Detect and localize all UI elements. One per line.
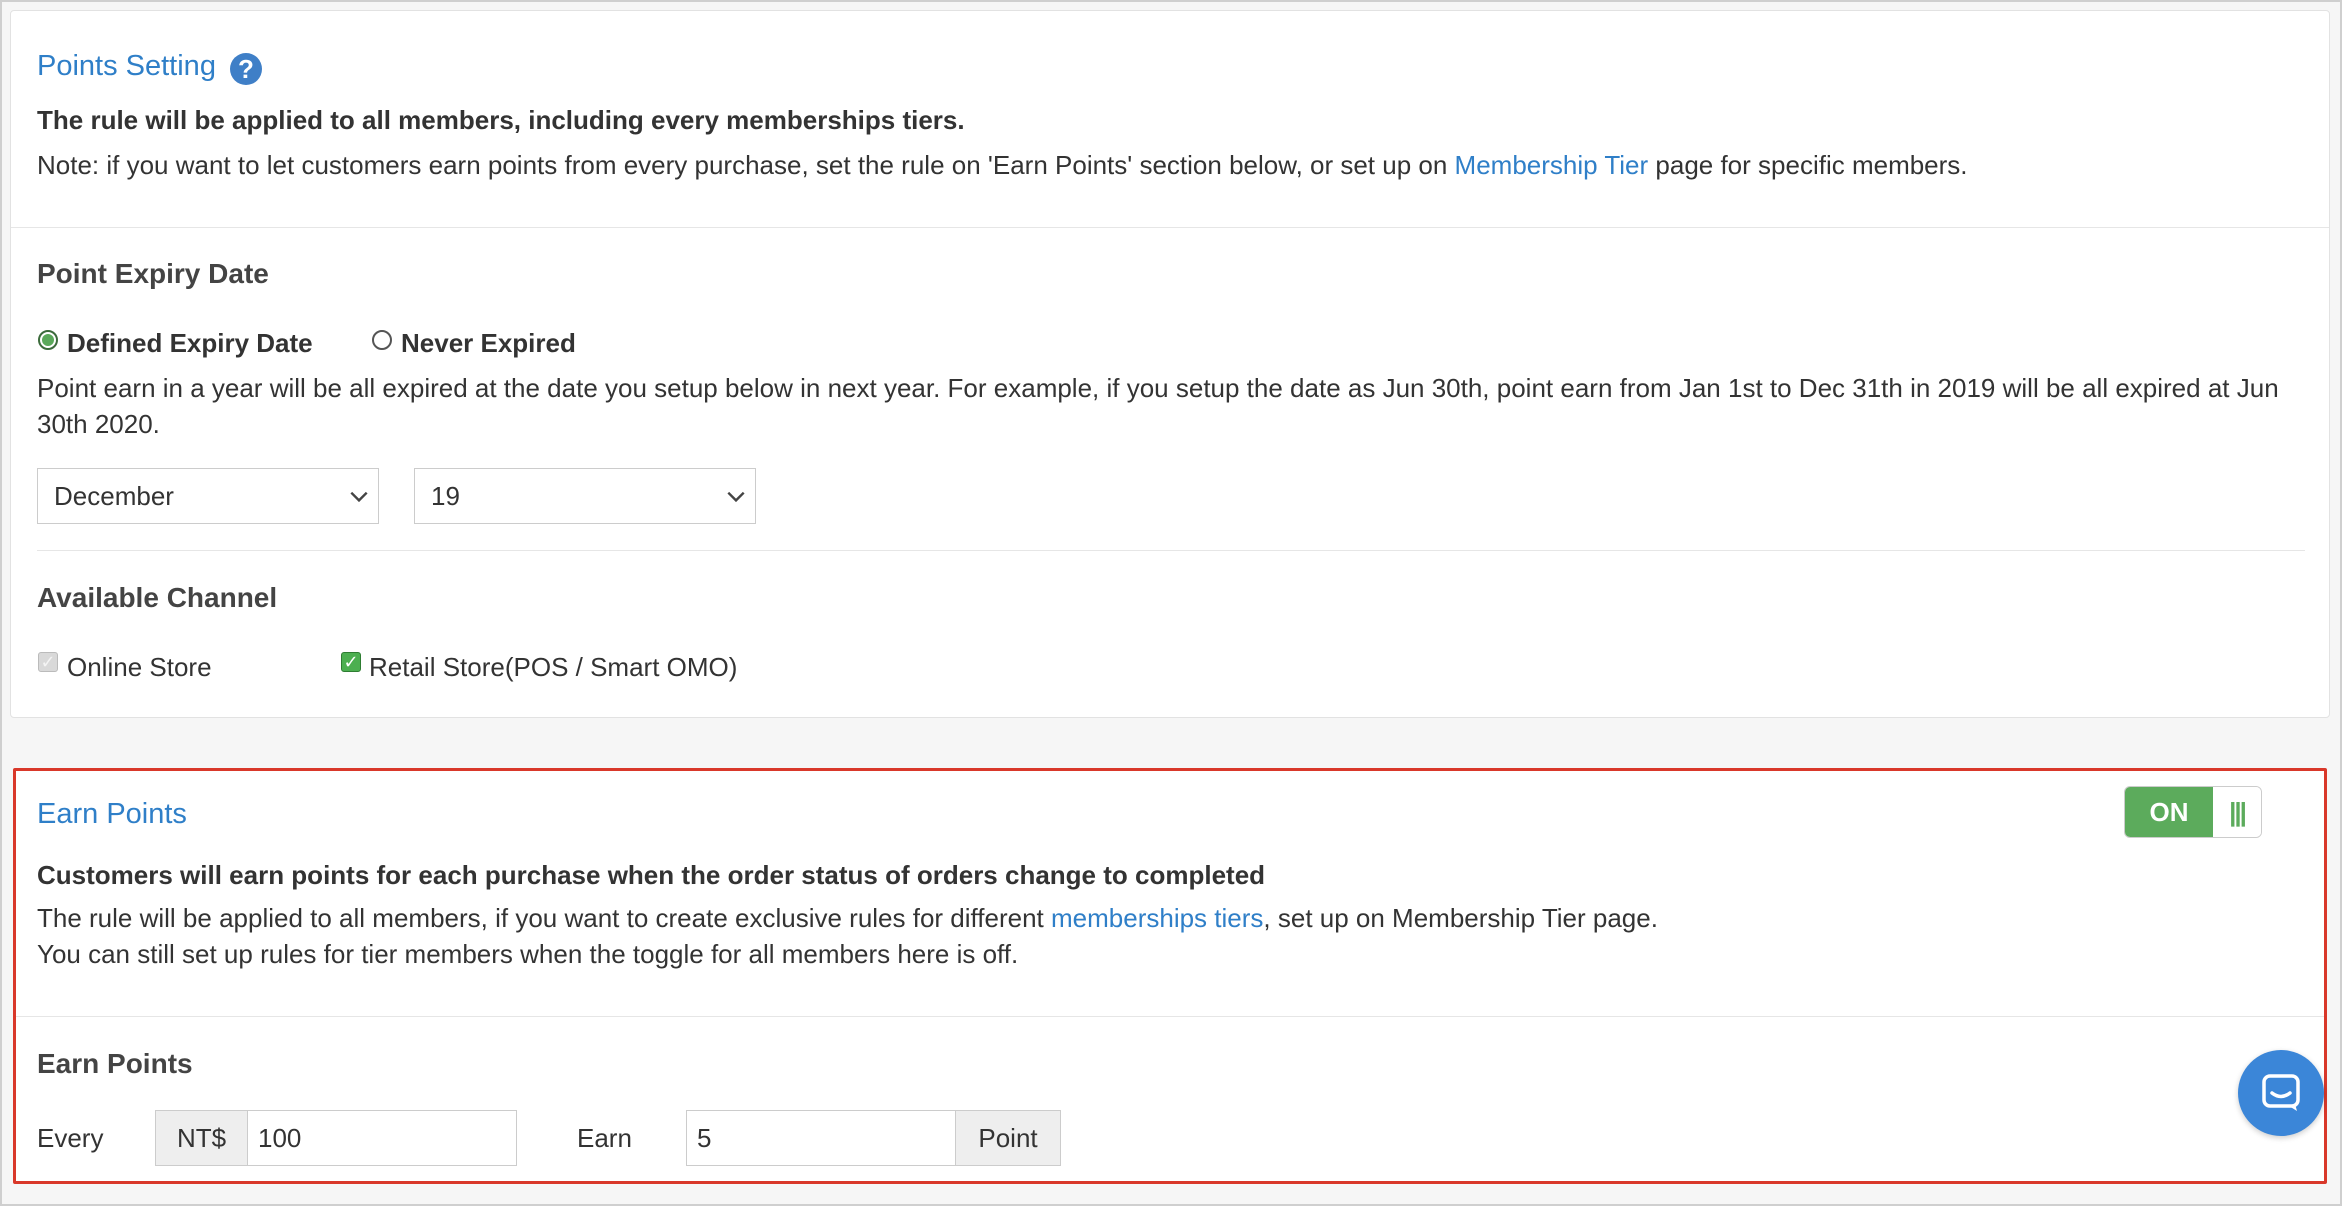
month-select-value: December <box>54 481 174 511</box>
earn-bold-text: Customers will earn points for each purc… <box>37 860 1266 890</box>
divider <box>16 1016 2324 1017</box>
toggle-handle-icon: ||| <box>2213 787 2261 837</box>
earn-points-toggle[interactable]: ON ||| <box>2124 786 2262 838</box>
chevron-down-icon <box>727 491 745 503</box>
toggle-on-label: ON <box>2125 787 2213 837</box>
note-prefix: Note: if you want to let customers earn … <box>37 150 1455 180</box>
every-label: Every <box>37 1123 104 1153</box>
radio-defined-expiry[interactable] <box>38 330 58 350</box>
online-store-label: Online Store <box>67 652 212 682</box>
earn-line1-prefix: The rule will be applied to all members,… <box>37 903 1051 933</box>
month-select[interactable]: December <box>37 468 379 524</box>
retail-store-label[interactable]: Retail Store(POS / Smart OMO) <box>369 652 737 683</box>
expiry-description: Point earn in a year will be all expired… <box>37 373 2279 439</box>
rule-bold-text: The rule will be applied to all members,… <box>37 105 965 135</box>
chevron-down-icon <box>350 491 368 503</box>
currency-addon: NT$ <box>155 1110 248 1166</box>
radio-defined-expiry-label[interactable]: Defined Expiry Date <box>67 328 313 359</box>
radio-never-expired-label[interactable]: Never Expired <box>401 328 576 359</box>
divider <box>11 227 2329 228</box>
day-select[interactable]: 19 <box>414 468 756 524</box>
earn-line1: The rule will be applied to all members,… <box>37 900 1658 936</box>
earn-sub-heading: Earn Points <box>37 1048 193 1079</box>
memberships-tiers-link[interactable]: memberships tiers <box>1051 903 1263 933</box>
points-input[interactable]: 5 <box>686 1110 956 1166</box>
point-unit-addon: Point <box>955 1110 1061 1166</box>
note-suffix: page for specific members. <box>1648 150 1968 180</box>
radio-never-expired[interactable] <box>372 330 392 350</box>
expiry-heading: Point Expiry Date <box>37 258 269 289</box>
amount-input[interactable]: 100 <box>247 1110 517 1166</box>
online-store-checkbox: ✓ <box>38 652 58 672</box>
points-setting-title: Points Setting <box>37 50 216 82</box>
question-circle-icon[interactable]: ? <box>230 53 262 85</box>
earn-points-title: Earn Points <box>37 798 187 830</box>
earn-label: Earn <box>577 1123 632 1153</box>
earn-line1-suffix: , set up on Membership Tier page. <box>1263 903 1658 933</box>
points-note: Note: if you want to let customers earn … <box>37 147 1968 183</box>
divider <box>37 550 2305 551</box>
channel-heading: Available Channel <box>37 582 278 613</box>
earn-line2: You can still set up rules for tier memb… <box>37 939 1019 969</box>
chat-bubble-icon[interactable] <box>2238 1050 2324 1136</box>
retail-store-checkbox[interactable]: ✓ <box>341 652 361 672</box>
day-select-value: 19 <box>431 481 460 511</box>
membership-tier-link[interactable]: Membership Tier <box>1455 150 1649 180</box>
chat-bubble-glyph <box>2262 1074 2300 1111</box>
